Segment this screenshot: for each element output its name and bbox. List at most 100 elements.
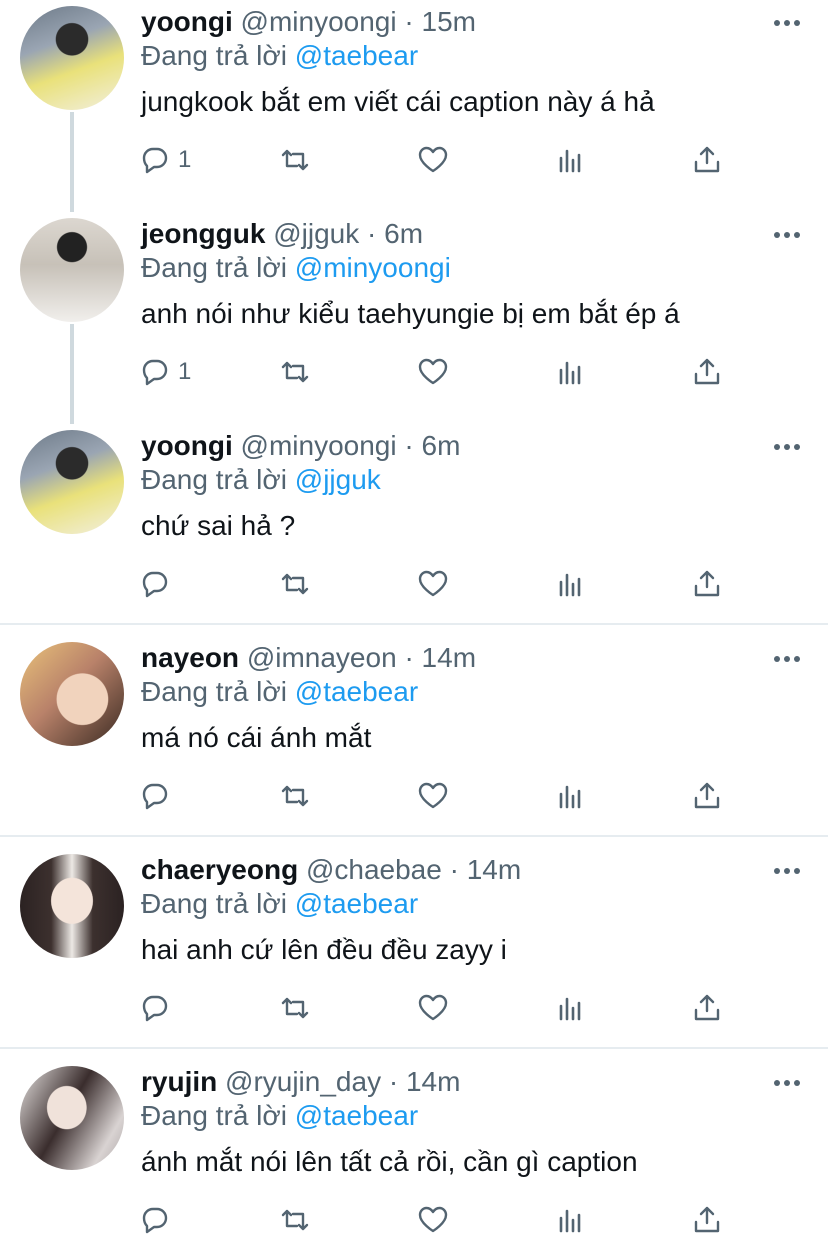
share-icon (694, 146, 720, 173)
analytics-button[interactable] (554, 988, 588, 1028)
tweet[interactable]: yoongi @minyoongi · 15m Đang trả lời @ta… (0, 0, 828, 212)
like-button[interactable] (416, 776, 450, 816)
analytics-icon (559, 1209, 581, 1233)
analytics-icon (559, 997, 581, 1021)
more-icon[interactable] (770, 430, 804, 464)
reply-button[interactable] (138, 776, 172, 816)
reply-button[interactable]: 1 (138, 140, 191, 180)
separator-dot: · (388, 1066, 399, 1097)
user-handle[interactable]: @chaebae (306, 854, 442, 885)
reply-icon (142, 147, 168, 174)
share-button[interactable] (690, 776, 724, 816)
replying-to-label: Đang trả lời (141, 252, 287, 283)
share-button[interactable] (690, 1200, 724, 1240)
timestamp[interactable]: 15m (422, 6, 476, 37)
mention-link[interactable]: @minyoongi (295, 252, 451, 283)
display-name[interactable]: ryujin (141, 1066, 217, 1097)
mention-link[interactable]: @taebear (295, 40, 418, 71)
separator-dot: · (404, 430, 414, 461)
reply-icon (142, 1207, 168, 1234)
analytics-icon (559, 361, 581, 385)
avatar[interactable] (20, 1066, 124, 1170)
retweet-button[interactable] (278, 988, 312, 1028)
avatar[interactable] (20, 6, 124, 110)
like-button[interactable] (416, 564, 450, 604)
user-handle[interactable]: @imnayeon (247, 642, 397, 673)
retweet-button[interactable] (278, 1200, 312, 1240)
reply-icon (142, 783, 168, 810)
reply-button[interactable]: 1 (138, 352, 191, 392)
analytics-button[interactable] (554, 352, 588, 392)
user-handle[interactable]: @ryujin_day (225, 1066, 381, 1097)
tweet[interactable]: ryujin @ryujin_day · 14m Đang trả lời @t… (0, 1060, 828, 1258)
mention-link[interactable]: @taebear (295, 1100, 418, 1131)
avatar[interactable] (20, 642, 124, 746)
reply-icon (142, 359, 168, 386)
user-handle[interactable]: @jjguk (273, 218, 359, 249)
replying-to-label: Đang trả lời (141, 676, 287, 707)
share-icon (694, 782, 720, 809)
reply-button[interactable] (138, 988, 172, 1028)
share-button[interactable] (690, 140, 724, 180)
display-name[interactable]: yoongi (141, 430, 233, 461)
tweet[interactable]: jeongguk @jjguk · 6m Đang trả lời @minyo… (0, 212, 828, 424)
timestamp[interactable]: 6m (422, 430, 461, 461)
analytics-button[interactable] (554, 564, 588, 604)
share-icon (694, 994, 720, 1021)
like-button[interactable] (416, 140, 450, 180)
display-name[interactable]: nayeon (141, 642, 239, 673)
replying-to: Đang trả lời @taebear (141, 1100, 418, 1132)
tweet-header: yoongi @minyoongi · 15m (141, 0, 476, 44)
tweet[interactable]: yoongi @minyoongi · 6m Đang trả lời @jjg… (0, 424, 828, 624)
mention-link[interactable]: @jjguk (295, 464, 381, 495)
display-name[interactable]: yoongi (141, 6, 233, 37)
tweet[interactable]: chaeryeong @chaebae · 14m Đang trả lời @… (0, 848, 828, 1048)
reply-button[interactable] (138, 1200, 172, 1240)
analytics-icon (559, 785, 581, 809)
divider (0, 623, 828, 625)
like-button[interactable] (416, 1200, 450, 1240)
share-button[interactable] (690, 988, 724, 1028)
display-name[interactable]: jeongguk (141, 218, 265, 249)
like-button[interactable] (416, 352, 450, 392)
analytics-button[interactable] (554, 1200, 588, 1240)
tweet-header: nayeon @imnayeon · 14m (141, 636, 476, 680)
analytics-button[interactable] (554, 140, 588, 180)
tweet[interactable]: nayeon @imnayeon · 14m Đang trả lời @tae… (0, 636, 828, 836)
retweet-button[interactable] (278, 776, 312, 816)
retweet-button[interactable] (278, 140, 312, 180)
display-name[interactable]: chaeryeong (141, 854, 298, 885)
timestamp[interactable]: 14m (422, 642, 476, 673)
tweet-text: ánh mắt nói lên tất cả rồi, cần gì capti… (141, 1146, 638, 1177)
separator-dot: · (367, 218, 377, 249)
reply-count: 1 (178, 146, 192, 173)
reply-button[interactable] (138, 564, 172, 604)
share-button[interactable] (690, 352, 724, 392)
like-button[interactable] (416, 988, 450, 1028)
reply-icon (142, 571, 168, 598)
share-button[interactable] (690, 564, 724, 604)
timestamp[interactable]: 14m (467, 854, 521, 885)
avatar[interactable] (20, 218, 124, 322)
mention-link[interactable]: @taebear (295, 888, 418, 919)
analytics-button[interactable] (554, 776, 588, 816)
more-icon[interactable] (770, 6, 804, 40)
timestamp[interactable]: 6m (384, 218, 423, 249)
divider (0, 1047, 828, 1049)
retweet-button[interactable] (278, 564, 312, 604)
avatar[interactable] (20, 854, 124, 958)
analytics-icon (559, 573, 581, 597)
avatar[interactable] (20, 430, 124, 534)
user-handle[interactable]: @minyoongi (241, 6, 397, 37)
heart-icon (418, 358, 448, 385)
timestamp[interactable]: 14m (406, 1066, 460, 1097)
analytics-icon (559, 149, 581, 173)
more-icon[interactable] (770, 642, 804, 676)
user-handle[interactable]: @minyoongi (241, 430, 397, 461)
more-icon[interactable] (770, 854, 804, 888)
more-icon[interactable] (770, 218, 804, 252)
more-icon[interactable] (770, 1066, 804, 1100)
retweet-button[interactable] (278, 352, 312, 392)
mention-link[interactable]: @taebear (295, 676, 418, 707)
tweet-header: ryujin @ryujin_day · 14m (141, 1060, 460, 1104)
